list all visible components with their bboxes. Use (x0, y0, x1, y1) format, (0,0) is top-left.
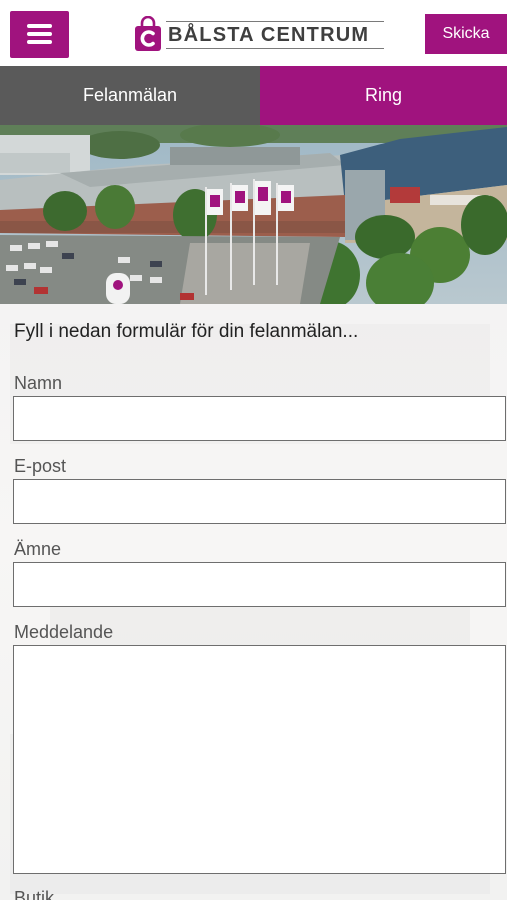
menu-icon-bar (27, 24, 52, 28)
hamburger-menu-button[interactable] (10, 11, 69, 58)
message-textarea[interactable] (13, 645, 506, 874)
logo-text: BÅLSTA CENTRUM (168, 24, 370, 46)
tab-fault-report[interactable]: Felanmälan (0, 66, 260, 125)
store-label: Butik (14, 888, 55, 900)
fault-report-form: Fyll i nedan formulär för din felanmälan… (0, 304, 507, 900)
subject-input[interactable] (13, 562, 506, 607)
app-header: BÅLSTA CENTRUM Skicka (0, 0, 507, 66)
form-intro-text: Fyll i nedan formulär för din felanmälan… (14, 321, 359, 342)
menu-icon-bar (27, 40, 52, 44)
email-input[interactable] (13, 479, 506, 524)
send-button[interactable]: Skicka (425, 14, 507, 54)
name-label: Namn (14, 373, 63, 393)
name-input[interactable] (13, 396, 506, 441)
tab-bar: Felanmälan Ring (0, 66, 507, 125)
tab-call[interactable]: Ring (260, 66, 507, 125)
menu-icon-bar (27, 32, 52, 36)
email-label: E-post (14, 456, 67, 476)
hero-image (0, 125, 507, 304)
logo-wordmark-frame: BÅLSTA CENTRUM (166, 21, 384, 49)
subject-label: Ämne (14, 539, 62, 559)
shopping-bag-c-icon (135, 16, 161, 51)
brand-logo[interactable]: BÅLSTA CENTRUM (134, 15, 384, 55)
message-label: Meddelande (14, 622, 114, 642)
aerial-photo-shopping-centre (0, 125, 507, 304)
